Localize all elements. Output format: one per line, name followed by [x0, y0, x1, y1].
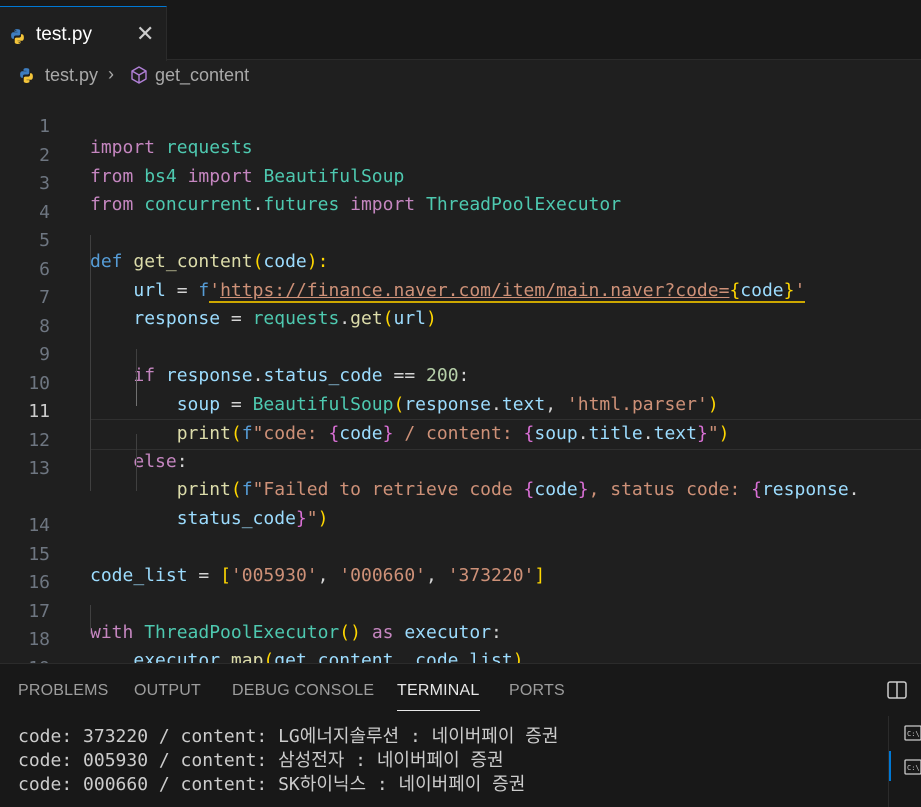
terminal-line: code: 005930 / content: 삼성전자 : 네이버페이 증권 — [18, 750, 504, 771]
code-line: 7 response = requests.get(url) — [0, 263, 921, 329]
terminal-icon[interactable]: C:\ — [904, 758, 921, 776]
code-line: 3 from concurrent.futures import ThreadP… — [0, 149, 921, 215]
bottom-panel: PROBLEMS OUTPUT DEBUG CONSOLE TERMINAL P… — [0, 663, 921, 807]
python-file-icon — [20, 68, 33, 83]
code-line: 12 else: — [0, 405, 921, 472]
code-line: 10 soup = BeautifulSoup(response.text, '… — [0, 348, 921, 415]
code-line: 19 — [0, 634, 921, 679]
editor-tab-bar: test.py ✕ — [0, 0, 921, 61]
terminal-list: C:\ C:\ — [888, 716, 921, 807]
code-line: 8 — [0, 291, 921, 337]
svg-text:C:\: C:\ — [907, 764, 920, 772]
code-line: 5 def get_content(code): — [0, 206, 921, 272]
code-line: 18 executor.map(get_content, code_list) — [0, 605, 921, 671]
terminal-selection-indicator — [889, 751, 891, 781]
panel-tabs: PROBLEMS OUTPUT DEBUG CONSOLE TERMINAL P… — [0, 664, 921, 719]
code-line: 2 from bs4 import BeautifulSoup — [0, 121, 921, 187]
tab-terminal[interactable]: TERMINAL — [397, 682, 480, 711]
code-line: 17 with ThreadPoolExecutor() as executor… — [0, 577, 921, 643]
split-panel-icon[interactable] — [886, 680, 908, 700]
code-line: 6 url = f'https://finance.naver.com/item… — [0, 234, 921, 303]
breadcrumb-symbol[interactable]: get_content — [155, 65, 249, 86]
terminal-line: code: 000660 / content: SK하이닉스 : 네이버페이 증… — [18, 774, 526, 795]
code-line-wrapped: status_code}") — [0, 462, 921, 529]
close-icon[interactable]: ✕ — [136, 21, 154, 47]
terminal-output[interactable]: code: 373220 / content: LG에너지솔루션 : 네이버페이… — [0, 719, 885, 807]
tab-problems[interactable]: PROBLEMS — [18, 682, 109, 700]
code-line-current: 11 print(f"code: {code} / content: {soup… — [0, 377, 921, 450]
tab-output[interactable]: OUTPUT — [134, 682, 201, 700]
tab-title: test.py — [36, 24, 92, 45]
terminal-line: code: 373220 / content: LG에너지솔루션 : 네이버페이… — [18, 726, 559, 747]
code-line: 9 if response.status_code == 200: — [0, 320, 921, 386]
code-line: 15 code_list = ['005930', '000660', '373… — [0, 520, 921, 586]
svg-text:C:\: C:\ — [907, 730, 920, 738]
breadcrumb: test.py › get_content — [0, 61, 921, 91]
method-cube-icon — [131, 66, 147, 84]
breadcrumb-separator: › — [108, 64, 114, 84]
tab-test-py[interactable]: test.py ✕ — [0, 6, 167, 61]
code-editor[interactable]: 1 import requests 2 from bs4 import Beau… — [0, 92, 921, 679]
code-line: 16 — [0, 548, 921, 593]
tab-ports[interactable]: PORTS — [509, 682, 565, 700]
code-line: 13 print(f"Failed to retrieve code {code… — [0, 434, 921, 500]
code-line: 1 import requests — [0, 92, 921, 158]
terminal-icon[interactable]: C:\ — [904, 724, 921, 742]
tab-debug-console[interactable]: DEBUG CONSOLE — [232, 682, 374, 700]
python-file-icon — [11, 29, 24, 44]
code-line: 4 — [0, 178, 921, 223]
code-line: 14 — [0, 491, 921, 536]
breadcrumb-file[interactable]: test.py — [45, 65, 98, 86]
